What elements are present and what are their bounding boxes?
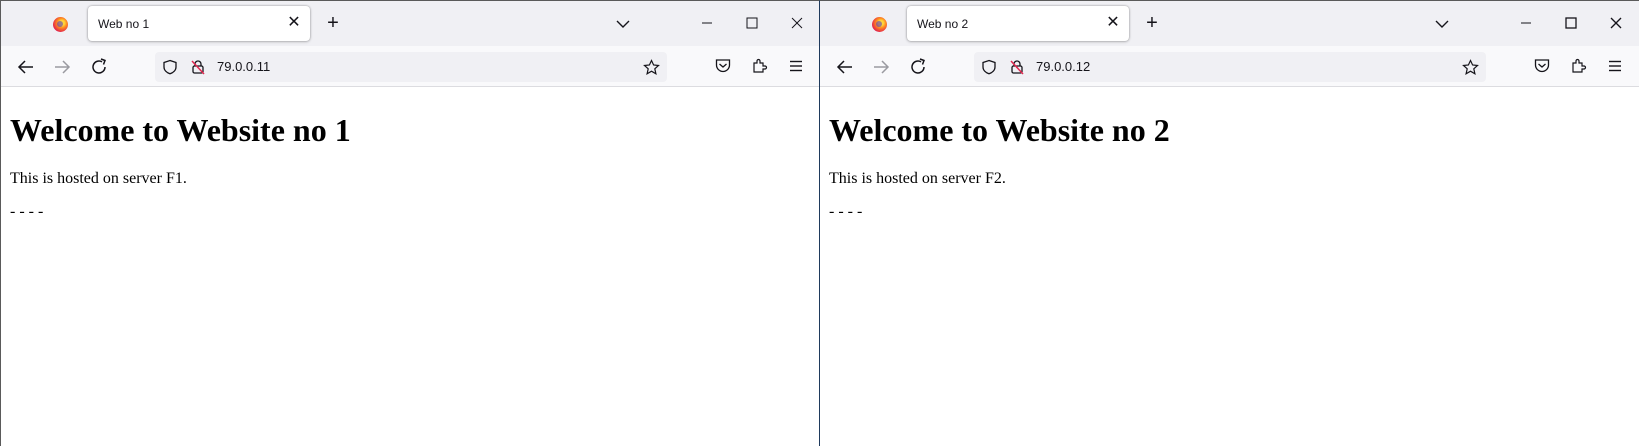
firefox-icon[interactable] <box>53 17 68 32</box>
shield-icon[interactable] <box>981 59 997 75</box>
window-close-icon[interactable] <box>1605 12 1627 34</box>
url-bar[interactable]: 79.0.0.12 <box>974 52 1486 82</box>
new-tab-plus-icon[interactable]: + <box>1142 13 1162 33</box>
url-bar[interactable]: 79.0.0.11 <box>155 52 667 82</box>
page-separator: - - - - <box>10 203 44 220</box>
puzzle-icon[interactable] <box>1570 57 1588 75</box>
desktop: Web no 1 ✕ + 79.0.0.11 Welcome to Websit… <box>0 0 1639 446</box>
tab-web-no-1[interactable]: Web no 1 ✕ <box>88 6 310 41</box>
firefox-icon[interactable] <box>872 17 887 32</box>
nav-bar: 79.0.0.12 <box>820 46 1639 87</box>
star-icon[interactable] <box>643 59 660 76</box>
url-text[interactable]: 79.0.0.11 <box>217 59 270 74</box>
shield-icon[interactable] <box>162 59 178 75</box>
forward-arrow-icon[interactable] <box>871 57 891 77</box>
star-icon[interactable] <box>1462 59 1479 76</box>
tab-bar: Web no 1 ✕ + <box>1 1 819 46</box>
reload-icon[interactable] <box>89 57 109 77</box>
pocket-icon[interactable] <box>714 57 732 75</box>
minimize-icon[interactable] <box>696 12 718 34</box>
page-paragraph: This is hosted on server F2. <box>829 170 1006 187</box>
browser-window-2: Web no 2 ✕ + 79.0.0.12 Welcome to Websit… <box>819 0 1639 446</box>
minimize-icon[interactable] <box>1515 12 1537 34</box>
maximize-icon[interactable] <box>741 12 763 34</box>
tab-bar: Web no 2 ✕ + <box>820 1 1639 46</box>
hamburger-menu-icon[interactable] <box>787 57 805 75</box>
back-arrow-icon[interactable] <box>835 57 855 77</box>
page-separator: - - - - <box>829 203 863 220</box>
tab-close-icon[interactable]: ✕ <box>1104 14 1122 32</box>
hamburger-menu-icon[interactable] <box>1606 57 1624 75</box>
puzzle-icon[interactable] <box>751 57 769 75</box>
page-heading: Welcome to Website no 1 <box>10 112 351 148</box>
browser-window-1: Web no 1 ✕ + 79.0.0.11 Welcome to Websit… <box>0 0 819 446</box>
lock-slash-icon[interactable] <box>1009 59 1025 75</box>
page-paragraph: This is hosted on server F1. <box>10 170 187 187</box>
tab-title: Web no 1 <box>98 17 150 31</box>
list-tabs-chevron-down-icon[interactable] <box>615 16 631 32</box>
page-content: Welcome to Website no 2 This is hosted o… <box>820 87 1639 221</box>
forward-arrow-icon[interactable] <box>52 57 72 77</box>
nav-bar: 79.0.0.11 <box>1 46 819 87</box>
list-tabs-chevron-down-icon[interactable] <box>1434 16 1450 32</box>
window-close-icon[interactable] <box>786 12 808 34</box>
tab-title: Web no 2 <box>917 17 969 31</box>
back-arrow-icon[interactable] <box>16 57 36 77</box>
lock-slash-icon[interactable] <box>190 59 206 75</box>
pocket-icon[interactable] <box>1533 57 1551 75</box>
page-heading: Welcome to Website no 2 <box>829 112 1170 148</box>
url-text[interactable]: 79.0.0.12 <box>1036 59 1090 74</box>
new-tab-plus-icon[interactable]: + <box>323 13 343 33</box>
reload-icon[interactable] <box>908 57 928 77</box>
maximize-icon[interactable] <box>1560 12 1582 34</box>
tab-close-icon[interactable]: ✕ <box>285 14 303 32</box>
tab-web-no-2[interactable]: Web no 2 ✕ <box>907 6 1129 41</box>
page-content: Welcome to Website no 1 This is hosted o… <box>1 87 819 221</box>
